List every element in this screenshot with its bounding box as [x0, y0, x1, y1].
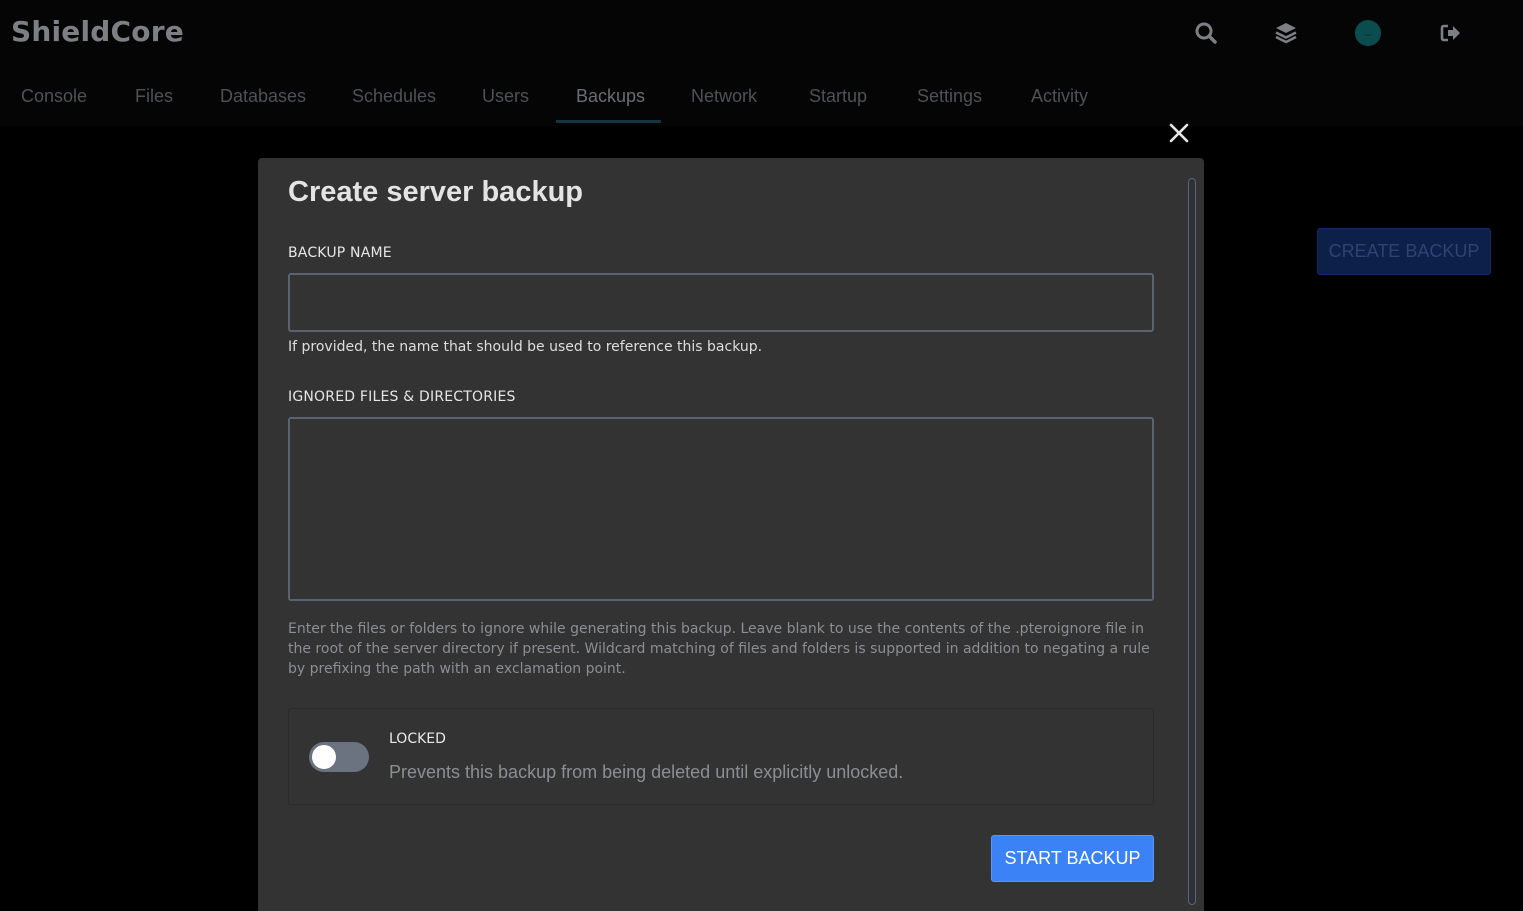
tab-backups[interactable]: Backups — [576, 86, 645, 107]
modal-title: Create server backup — [288, 176, 583, 208]
ignored-files-label: IGNORED FILES & DIRECTORIES — [288, 389, 516, 405]
close-icon[interactable] — [1166, 120, 1192, 146]
tab-databases[interactable]: Databases — [220, 86, 306, 107]
tab-settings[interactable]: Settings — [917, 86, 982, 107]
create-backup-button[interactable]: CREATE BACKUP — [1317, 228, 1491, 275]
top-bar: ShieldCore — [0, 0, 1523, 66]
tab-activity[interactable]: Activity — [1031, 86, 1088, 107]
backup-name-label: BACKUP NAME — [288, 245, 392, 261]
start-backup-button[interactable]: START BACKUP — [991, 835, 1154, 882]
avatar[interactable] — [1355, 20, 1381, 46]
backup-name-input[interactable] — [288, 273, 1154, 332]
tab-users[interactable]: Users — [482, 86, 529, 107]
locked-toggle[interactable] — [309, 742, 369, 772]
locked-title: LOCKED — [389, 731, 446, 747]
create-backup-modal: Create server backup BACKUP NAME If prov… — [258, 158, 1204, 911]
tab-console[interactable]: Console — [21, 86, 87, 107]
ignored-files-textarea[interactable] — [288, 417, 1154, 601]
tab-files[interactable]: Files — [135, 86, 173, 107]
tab-startup[interactable]: Startup — [809, 86, 867, 107]
tab-network[interactable]: Network — [691, 86, 757, 107]
locked-description: Prevents this backup from being deleted … — [389, 762, 904, 782]
server-nav: Console Files Databases Schedules Users … — [0, 66, 1523, 126]
brand-logo[interactable]: ShieldCore — [11, 15, 184, 48]
modal-scrollbar[interactable] — [1188, 178, 1196, 905]
tab-schedules[interactable]: Schedules — [352, 86, 436, 107]
ignored-files-help: Enter the files or folders to ignore whi… — [288, 621, 1150, 677]
logout-icon[interactable] — [1438, 20, 1464, 46]
locked-option: LOCKED Prevents this backup from being d… — [288, 708, 1154, 805]
search-icon[interactable] — [1193, 20, 1219, 46]
active-tab-indicator — [556, 120, 661, 123]
layers-icon[interactable] — [1273, 20, 1299, 46]
toggle-knob — [312, 745, 336, 769]
backup-name-help: If provided, the name that should be use… — [288, 339, 763, 355]
